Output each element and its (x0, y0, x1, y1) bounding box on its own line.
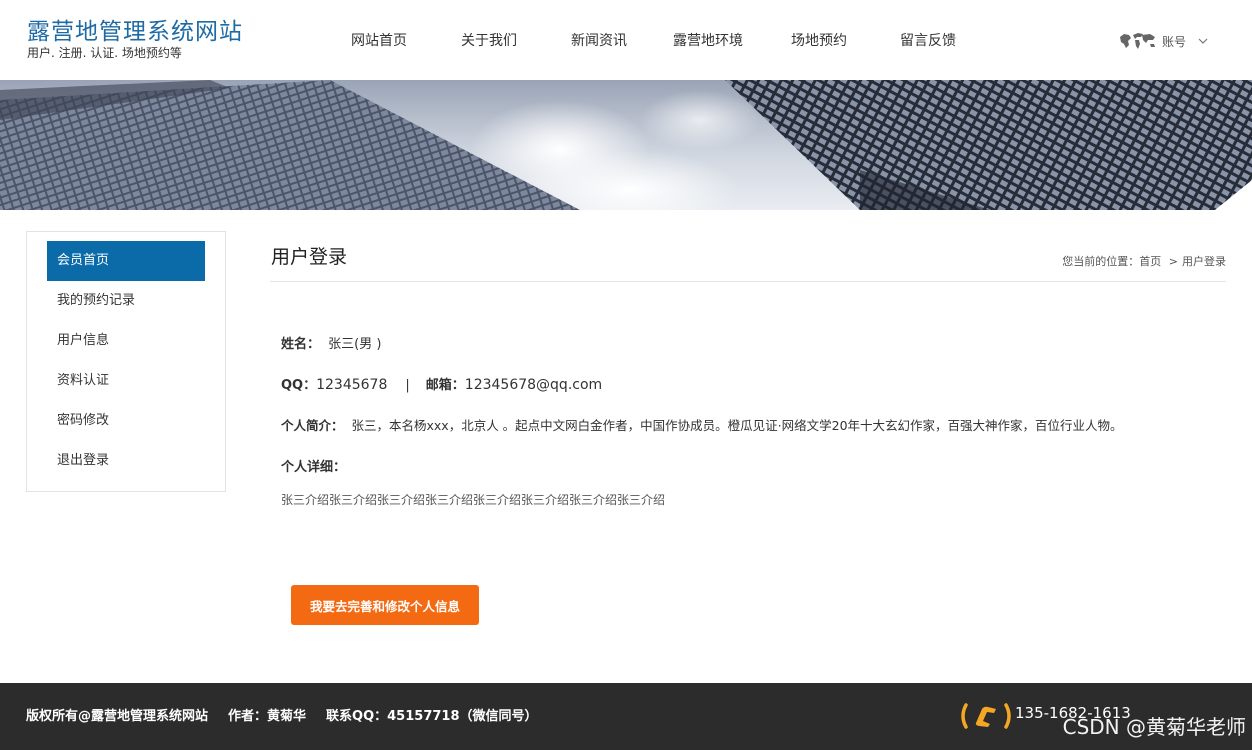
profile-detail-row: 个人详细： (281, 456, 346, 475)
csdn-watermark: CSDN @黄菊华老师 (1062, 715, 1246, 739)
detail-label: 个人详细： (281, 460, 347, 475)
email-label: 邮箱： (425, 378, 465, 393)
copyright-text: 版权所有@露营地管理系统网站 (26, 709, 209, 724)
contact-divider: | (405, 378, 410, 393)
sidebar-item-verification[interactable]: 资料认证 (47, 361, 205, 401)
qq-label: QQ： (281, 378, 317, 393)
nav-home[interactable]: 网站首页 (351, 30, 407, 50)
world-map-icon (1120, 33, 1155, 49)
nav-campsite-environment[interactable]: 露营地环境 (673, 30, 743, 50)
hero-banner (0, 80, 1252, 210)
nav-feedback[interactable]: 留言反馈 (900, 30, 956, 50)
site-subtitle: 用户. 注册. 认证. 场地预约等 (27, 46, 182, 60)
site-title[interactable]: 露营地管理系统网站 (27, 12, 243, 46)
phone-icon (961, 703, 1011, 729)
breadcrumb-home-link[interactable]: 首页 (1139, 255, 1161, 268)
sidebar-item-logout[interactable]: 退出登录 (47, 441, 205, 481)
nav-news[interactable]: 新闻资讯 (571, 30, 627, 50)
sidebar-item-booking-records[interactable]: 我的预约记录 (47, 281, 205, 321)
member-sidebar: 会员首页 我的预约记录 用户信息 资料认证 密码修改 退出登录 (26, 231, 226, 492)
sidebar-item-member-home[interactable]: 会员首页 (47, 241, 205, 281)
account-menu[interactable]: 账号 (1118, 30, 1208, 52)
detail-value: 张三介绍张三介绍张三介绍张三介绍张三介绍张三介绍张三介绍张三介绍 (281, 493, 666, 507)
contact-text: 联系QQ：45157718（微信同号） (326, 709, 538, 724)
breadcrumb-separator: > (1168, 255, 1178, 268)
name-value: 张三(男 ) (328, 337, 382, 352)
breadcrumb: 您当前的位置：首页 > 用户登录 (1062, 253, 1226, 269)
edit-profile-button[interactable]: 我要去完善和修改个人信息 (291, 585, 479, 625)
qq-value: 12345678 (316, 377, 388, 393)
profile-intro-row: 个人简介： 张三，本名杨xxx，北京人 。起点中文网白金作者，中国作协成员。橙瓜… (281, 415, 1123, 434)
author-text: 作者：黄菊华 (228, 709, 307, 724)
profile-contact-row: QQ：12345678 | 邮箱：12345678@qq.com (281, 374, 602, 393)
footer-copyright-line: 版权所有@露营地管理系统网站 作者：黄菊华 联系QQ：45157718（微信同号） (26, 705, 558, 724)
title-divider (270, 281, 1226, 282)
sidebar-item-user-info[interactable]: 用户信息 (47, 321, 205, 361)
site-footer: 版权所有@露营地管理系统网站 作者：黄菊华 联系QQ：45157718（微信同号） … (0, 683, 1252, 750)
profile-name-row: 姓名： 张三(男 ) (281, 333, 381, 352)
name-label: 姓名： (281, 337, 321, 352)
nav-about[interactable]: 关于我们 (461, 30, 517, 50)
page-title: 用户登录 (271, 246, 348, 268)
breadcrumb-prefix: 您当前的位置： (1062, 255, 1140, 268)
chevron-down-icon (1198, 38, 1208, 44)
account-label: 账号 (1162, 34, 1187, 49)
site-header: 露营地管理系统网站 用户. 注册. 认证. 场地预约等 网站首页 关于我们 新闻… (0, 0, 1252, 80)
skyscraper-banner-image (0, 80, 1252, 210)
intro-value: 张三，本名杨xxx，北京人 。起点中文网白金作者，中国作协成员。橙瓜见证·网络文… (351, 418, 1123, 433)
sidebar-item-change-password[interactable]: 密码修改 (47, 401, 205, 441)
breadcrumb-current: 用户登录 (1182, 255, 1226, 268)
intro-label: 个人简介： (281, 418, 344, 433)
email-value: 12345678@qq.com (464, 377, 603, 393)
nav-venue-booking[interactable]: 场地预约 (791, 30, 847, 50)
